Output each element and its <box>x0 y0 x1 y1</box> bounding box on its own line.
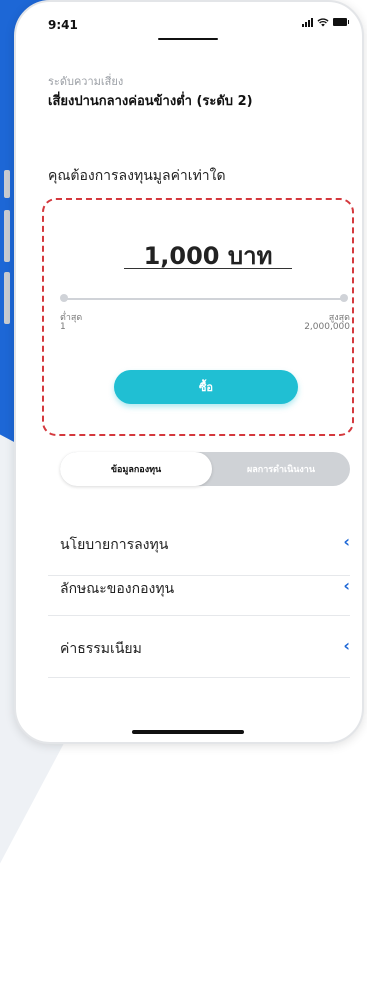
status-bar: 9:41 <box>0 0 367 40</box>
investment-question: คุณต้องการลงทุนมูลค่าเท่าใด <box>48 168 226 184</box>
slider-min-handle[interactable] <box>60 294 68 302</box>
tab-performance[interactable]: ผลการดำเนินงาน <box>212 452 350 486</box>
chevron-left-icon: ‹ <box>343 532 350 551</box>
phone-side-button <box>4 210 10 262</box>
row-fund-characteristics[interactable]: ลักษณะของกองทุน ‹ <box>48 556 350 616</box>
min-value: 1 <box>60 322 66 332</box>
status-icons <box>302 18 349 27</box>
phone-side-button <box>4 170 10 198</box>
buy-button[interactable]: ซื้อ <box>114 370 298 404</box>
risk-level-title: เสี่ยงปานกลางค่อนข้างต่ำ (ระดับ 2) <box>48 94 253 109</box>
home-indicator <box>132 730 244 734</box>
slider-max-handle[interactable] <box>340 294 348 302</box>
risk-caption: ระดับความเสี่ยง <box>48 75 124 88</box>
max-value: 2,000,000 <box>304 322 350 332</box>
phone-side-button <box>4 272 10 324</box>
notch <box>158 38 218 40</box>
amount-underline <box>124 268 292 269</box>
chevron-left-icon: ‹ <box>343 576 350 595</box>
row-label: นโยบายการลงทุน <box>60 537 169 553</box>
signal-icon <box>302 18 313 27</box>
amount-input[interactable]: 1,000 บาท <box>124 236 292 275</box>
battery-icon <box>333 18 349 26</box>
wifi-icon <box>317 18 329 27</box>
row-label: ลักษณะของกองทุน <box>60 581 175 597</box>
row-label: ค่าธรรมเนียม <box>60 641 142 657</box>
amount-slider-track[interactable] <box>62 298 344 300</box>
status-time: 9:41 <box>48 18 78 32</box>
fund-tabs: ข้อมูลกองทุน ผลการดำเนินงาน <box>60 452 350 486</box>
tab-fund-info[interactable]: ข้อมูลกองทุน <box>60 452 212 486</box>
chevron-left-icon: ‹ <box>343 636 350 655</box>
row-fees[interactable]: ค่าธรรมเนียม ‹ <box>48 618 350 678</box>
